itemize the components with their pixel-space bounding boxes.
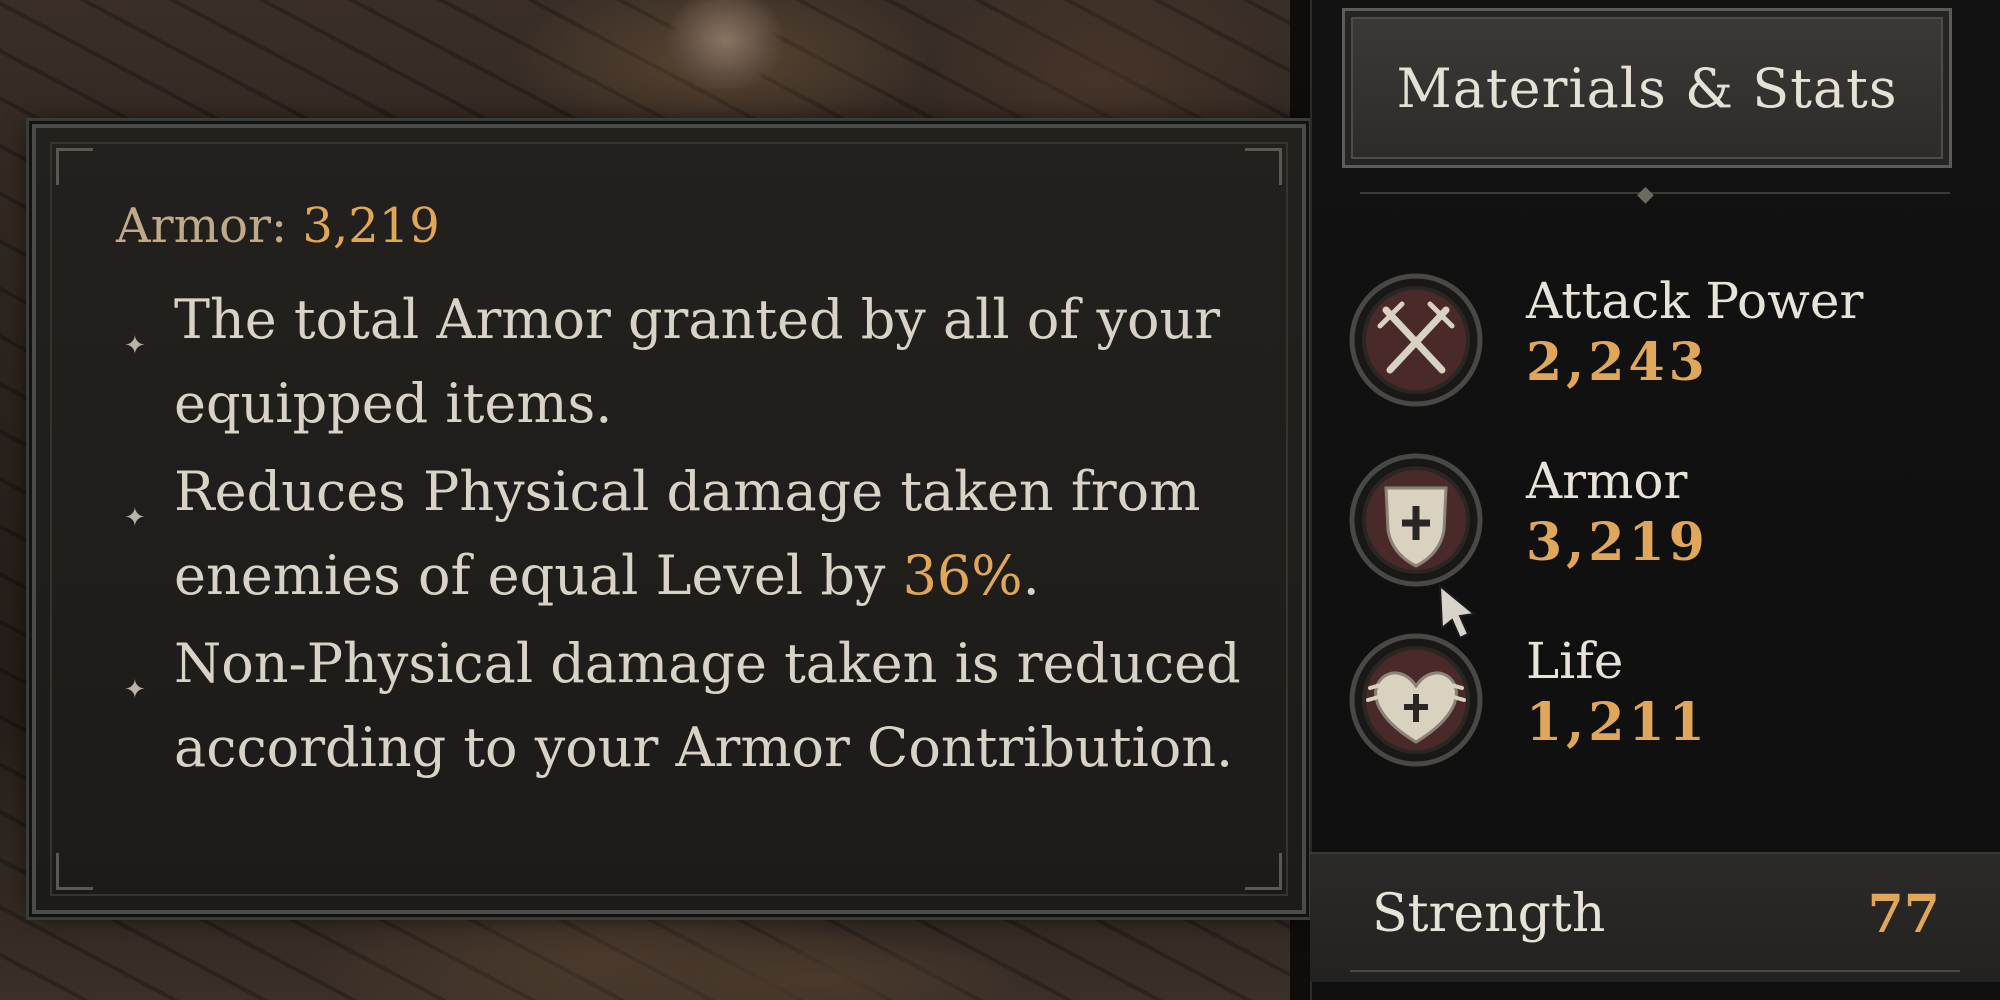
divider-diamond-icon: ◆ — [1637, 182, 1654, 207]
tooltip-title-label: Armor: — [116, 198, 288, 254]
tooltip-bullet: ✦ Reduces Physical damage taken from ene… — [116, 450, 1246, 618]
tooltip-corner-ornament — [1245, 853, 1282, 890]
bullet-text: The total Armor granted by all of your e… — [174, 288, 1221, 435]
stat-value: 2,243 — [1526, 332, 1709, 393]
shield-icon — [1349, 453, 1483, 587]
bullet-text: Non-Physical damage taken is reduced acc… — [174, 632, 1241, 779]
attribute-divider — [1350, 970, 1960, 972]
damage-reduction-percent: 36% — [902, 544, 1023, 607]
tooltip-corner-ornament — [56, 853, 93, 890]
bullet-star-icon: ✦ — [124, 675, 146, 705]
tooltip-title-value: 3,219 — [302, 198, 440, 254]
stat-attack-power[interactable]: Attack Power 2,243 — [1346, 270, 1946, 420]
panel-divider — [1360, 192, 1950, 194]
bullet-star-icon: ✦ — [124, 503, 146, 533]
armor-tooltip: Armor: 3,219 ✦ The total Armor granted b… — [32, 124, 1306, 914]
scene-foreground-figure — [560, 920, 1080, 1000]
stat-label: Life — [1526, 632, 1624, 690]
winged-heart-icon — [1349, 633, 1483, 767]
tooltip-corner-ornament — [1245, 148, 1282, 185]
stat-value: 1,211 — [1526, 692, 1709, 753]
attribute-label: Strength — [1372, 884, 1606, 944]
stats-panel: Materials & Stats ◆ Attack Power 2,243 A… — [1310, 0, 2000, 1000]
attribute-value: 77 — [1867, 884, 1940, 945]
panel-title: Materials & Stats — [1396, 56, 1898, 120]
materials-stats-tab[interactable]: Materials & Stats — [1342, 8, 1952, 168]
bullet-star-icon: ✦ — [124, 331, 146, 361]
stat-armor[interactable]: Armor 3,219 — [1346, 450, 1946, 600]
tooltip-bullet-list: ✦ The total Armor granted by all of your… — [116, 278, 1246, 794]
mouse-cursor-icon — [1438, 584, 1477, 640]
stat-label: Armor — [1526, 452, 1688, 510]
tooltip-title: Armor: 3,219 — [116, 198, 440, 254]
bullet-text-end: . — [1022, 544, 1040, 607]
stat-value: 3,219 — [1526, 512, 1709, 573]
crossed-swords-icon — [1349, 273, 1483, 407]
character-figure — [640, 0, 810, 120]
tooltip-corner-ornament — [56, 148, 93, 185]
tooltip-bullet: ✦ The total Armor granted by all of your… — [116, 278, 1246, 446]
attribute-row-strength[interactable]: Strength 77 — [1310, 852, 2000, 982]
stat-label: Attack Power — [1526, 272, 1864, 330]
tooltip-bullet: ✦ Non-Physical damage taken is reduced a… — [116, 622, 1246, 790]
bullet-text: Reduces Physical damage taken from enemi… — [174, 460, 1201, 607]
stat-life[interactable]: Life 1,211 — [1346, 630, 1946, 780]
